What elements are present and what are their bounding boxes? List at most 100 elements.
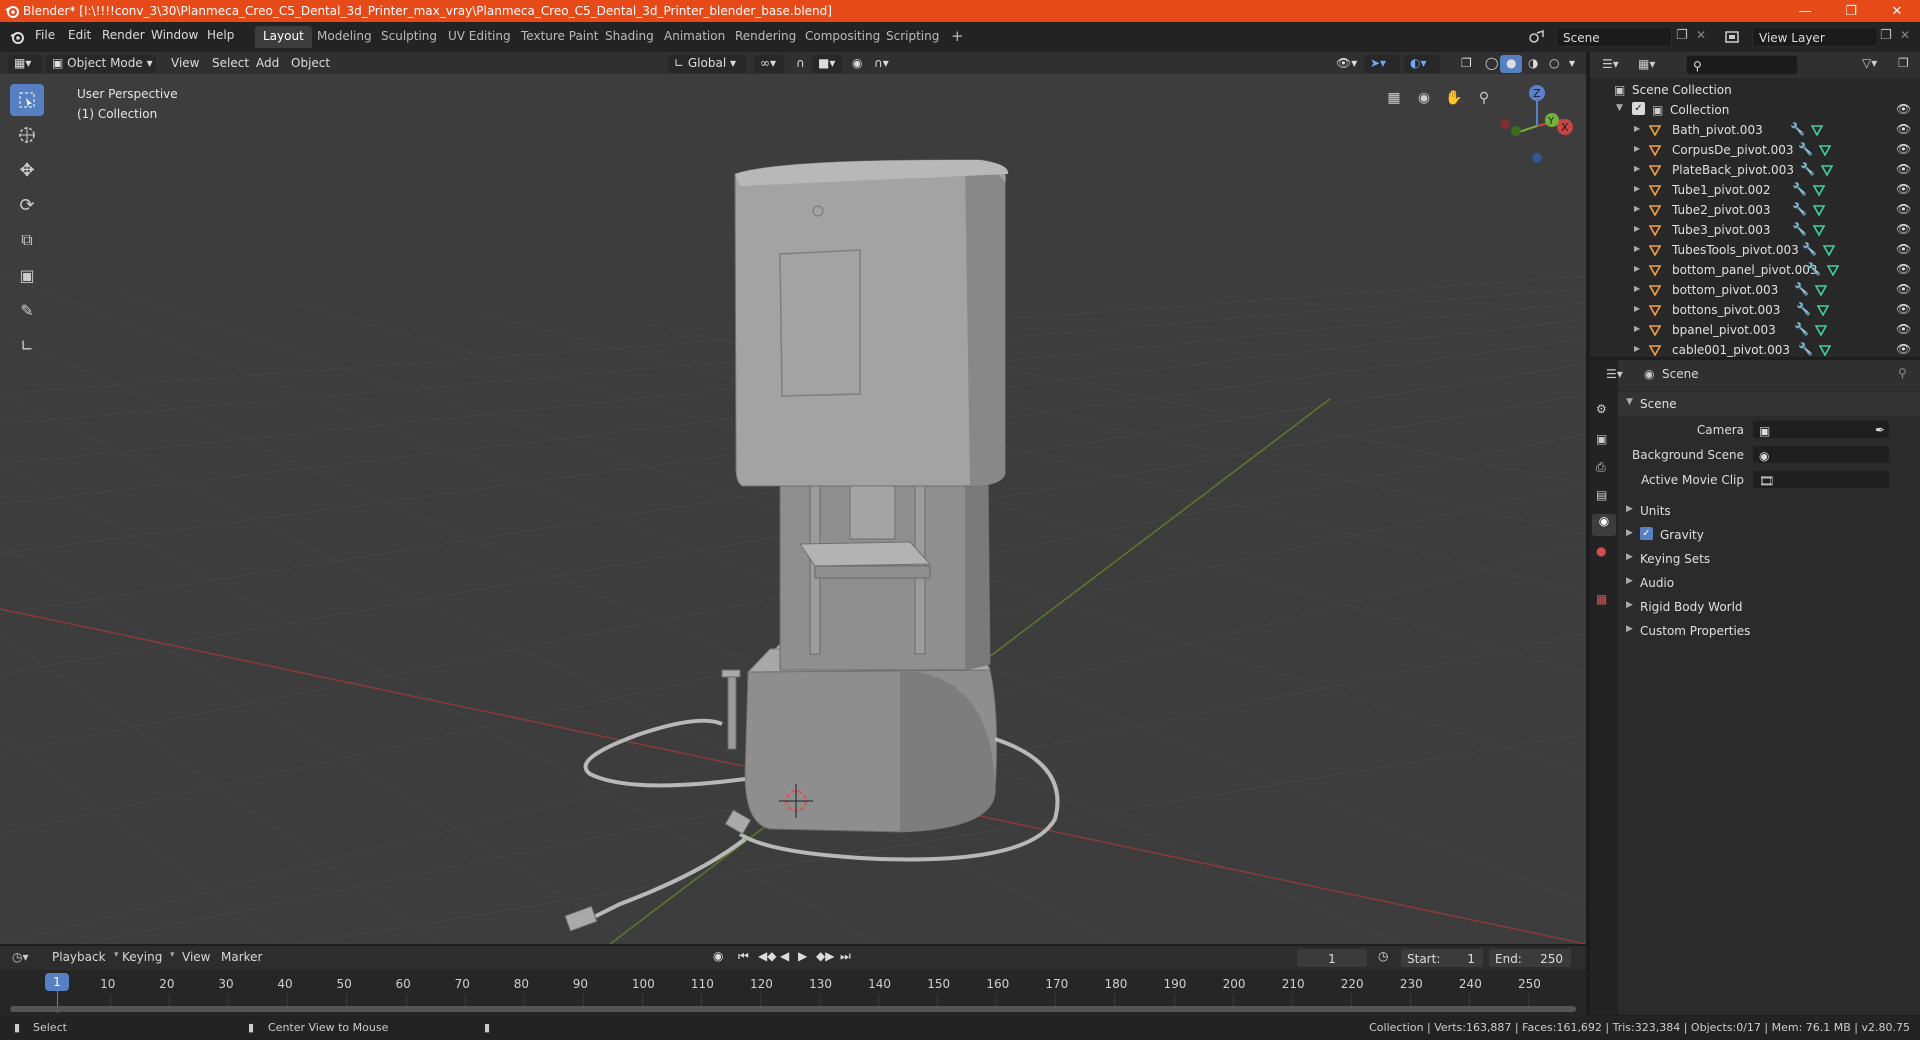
timeline-menu-playback[interactable]: Playback xyxy=(52,950,106,964)
viewport-menu-add[interactable]: Add xyxy=(250,55,285,73)
scene-tab-icon[interactable]: ◉ xyxy=(1592,514,1616,536)
preview-range-icon[interactable]: ◷ xyxy=(1378,949,1388,963)
pivot-point-icon[interactable]: ∞▾ xyxy=(754,55,784,73)
eye-icon[interactable]: 👁 xyxy=(1896,122,1911,136)
pan-hand-icon[interactable]: ✋ xyxy=(1441,85,1467,111)
mesh-data-icon[interactable] xyxy=(1818,343,1832,357)
snap-icon[interactable]: ∩ xyxy=(790,55,812,73)
modifier-wrench-icon[interactable]: 🔧 xyxy=(1798,142,1813,156)
gravity-checkbox[interactable]: ✓ xyxy=(1640,527,1653,540)
mesh-data-icon[interactable] xyxy=(1812,223,1826,237)
rendered-shading-icon[interactable]: ○ xyxy=(1543,55,1565,73)
scene-icon[interactable] xyxy=(1528,29,1546,45)
mesh-data-icon[interactable] xyxy=(1818,143,1832,157)
transform-tool-icon[interactable]: ▣ xyxy=(10,259,44,291)
expand-arrow-icon[interactable]: ▼ xyxy=(1616,103,1623,113)
tab-animation[interactable]: Animation xyxy=(656,26,733,48)
eye-icon[interactable]: 👁 xyxy=(1896,282,1911,296)
properties-editor-type-icon[interactable]: ☰▾ xyxy=(1606,367,1623,381)
mesh-data-icon[interactable] xyxy=(1822,243,1836,257)
timeline-menu-marker[interactable]: Marker xyxy=(221,950,262,964)
eye-icon[interactable]: 👁 xyxy=(1896,262,1911,276)
blender-menu-icon[interactable] xyxy=(9,29,25,45)
modifier-wrench-icon[interactable]: 🔧 xyxy=(1806,262,1821,276)
viewport-menu-select[interactable]: Select xyxy=(206,55,255,73)
texture-tab-icon[interactable]: ▦ xyxy=(1596,592,1607,606)
shading-options-icon[interactable]: ▾ xyxy=(1563,55,1581,73)
outliner-search-input[interactable]: ⚲ xyxy=(1686,55,1798,75)
tab-uv-editing[interactable]: UV Editing xyxy=(440,26,519,48)
outliner-item[interactable]: ▶ PlateBack_pivot.003 🔧 👁 xyxy=(1590,160,1920,180)
outliner-item[interactable]: ▶ cable001_pivot.003 🔧 👁 xyxy=(1590,340,1920,360)
viewport-menu-object[interactable]: Object xyxy=(285,55,336,73)
output-tab-icon[interactable]: ⎙ xyxy=(1596,460,1606,475)
outliner-item[interactable]: ▶ bottom_panel_pivot.003 🔧 👁 xyxy=(1590,260,1920,280)
outliner-item[interactable]: ▶ bottons_pivot.003 🔧 👁 xyxy=(1590,300,1920,320)
mesh-data-icon[interactable] xyxy=(1812,183,1826,197)
falloff-icon[interactable]: ∩▾ xyxy=(868,55,896,73)
expand-arrow-icon[interactable]: ▶ xyxy=(1634,284,1640,293)
new-collection-icon[interactable]: ❐ xyxy=(1898,56,1909,70)
navigation-gizmo[interactable]: Z X Y xyxy=(1500,85,1573,163)
eye-icon[interactable]: 👁 xyxy=(1896,142,1911,156)
proportional-edit-icon[interactable]: ◉ xyxy=(846,55,868,73)
select-box-icon[interactable] xyxy=(10,84,44,116)
modifier-wrench-icon[interactable]: 🔧 xyxy=(1802,242,1817,256)
outliner-item[interactable]: ▶ bpanel_pivot.003 🔧 👁 xyxy=(1590,320,1920,340)
expand-arrow-icon[interactable]: ▶ xyxy=(1634,224,1640,233)
outliner-item[interactable]: ▶ Bath_pivot.003 🔧 👁 xyxy=(1590,120,1920,140)
menu-help[interactable]: Help xyxy=(207,28,234,42)
dental-printer-model[interactable] xyxy=(564,159,1060,932)
modifier-wrench-icon[interactable]: 🔧 xyxy=(1794,322,1809,336)
annotate-tool-icon[interactable]: ✎ xyxy=(10,294,44,326)
mesh-data-icon[interactable] xyxy=(1814,283,1828,297)
delete-scene-icon[interactable]: ✕ xyxy=(1696,28,1706,42)
tab-shading[interactable]: Shading xyxy=(597,26,662,48)
expand-arrow-icon[interactable]: ▶ xyxy=(1634,244,1640,253)
view-layer-icon[interactable] xyxy=(1724,29,1742,45)
viewport-menu-view[interactable]: View xyxy=(165,55,205,73)
editor-type-icon[interactable]: ▦▾ xyxy=(8,55,42,73)
outliner-collection[interactable]: ▼ ✓ ▣ Collection 👁 xyxy=(1590,100,1920,120)
eye-icon[interactable]: 👁 xyxy=(1896,302,1911,316)
collection-checkbox[interactable]: ✓ xyxy=(1632,102,1645,115)
tab-scripting[interactable]: Scripting xyxy=(878,26,947,48)
menu-edit[interactable]: Edit xyxy=(68,28,91,42)
cursor-tool-icon[interactable] xyxy=(10,119,44,151)
mesh-data-icon[interactable] xyxy=(1812,203,1826,217)
background-scene-field[interactable]: ◉ xyxy=(1752,445,1890,464)
expand-arrow-icon[interactable]: ▶ xyxy=(1634,124,1640,133)
timeline-editor-type-icon[interactable]: ◷▾ xyxy=(12,950,29,964)
current-frame-field[interactable]: 1 xyxy=(1296,948,1368,968)
snap-target-icon[interactable]: ■▾ xyxy=(812,55,842,73)
tab-sculpting[interactable]: Sculpting xyxy=(373,26,445,48)
expand-arrow-icon[interactable]: ▶ xyxy=(1634,304,1640,313)
mesh-data-icon[interactable] xyxy=(1810,123,1824,137)
render-tab-icon[interactable]: ▣ xyxy=(1596,432,1607,446)
expand-arrow-icon[interactable]: ▶ xyxy=(1634,344,1640,353)
prev-keyframe-icon[interactable]: ◀◆ xyxy=(758,949,776,963)
minimize-button[interactable]: — xyxy=(1782,0,1828,22)
transform-orientation-dropdown[interactable]: ∟ Global ▾ xyxy=(668,55,746,73)
expand-arrow-icon[interactable]: ▶ xyxy=(1634,264,1640,273)
outliner-item[interactable]: ▶ Tube2_pivot.003 🔧 👁 xyxy=(1590,200,1920,220)
expand-arrow-icon[interactable]: ▶ xyxy=(1634,204,1640,213)
outliner-item[interactable]: ▶ Tube1_pivot.002 🔧 👁 xyxy=(1590,180,1920,200)
mode-dropdown[interactable]: ▣ Object Mode ▾ xyxy=(46,55,156,73)
eye-icon[interactable]: 👁 xyxy=(1896,102,1911,116)
start-frame-field[interactable]: Start: 1 xyxy=(1400,948,1484,968)
play-reverse-icon[interactable]: ◀ xyxy=(780,949,789,963)
audio-panel-header[interactable]: ▶ Audio xyxy=(1618,571,1920,595)
next-keyframe-icon[interactable]: ◆▶ xyxy=(816,949,834,963)
expand-arrow-icon[interactable]: ▶ xyxy=(1634,324,1640,333)
outliner-item[interactable]: ▶ CorpusDe_pivot.003 🔧 👁 xyxy=(1590,140,1920,160)
units-panel-header[interactable]: ▶ Units xyxy=(1618,499,1920,523)
measure-tool-icon[interactable]: ∟ xyxy=(10,329,44,361)
tab-texture-paint[interactable]: Texture Paint xyxy=(513,26,606,48)
scene-panel-header[interactable]: ▼ Scene xyxy=(1618,392,1920,416)
expand-arrow-icon[interactable]: ▶ xyxy=(1634,164,1640,173)
outliner-item[interactable]: ▶ TubesTools_pivot.003 🔧 👁 xyxy=(1590,240,1920,260)
eye-icon[interactable]: 👁 xyxy=(1896,202,1911,216)
modifier-wrench-icon[interactable]: 🔧 xyxy=(1792,202,1807,216)
modifier-wrench-icon[interactable]: 🔧 xyxy=(1796,302,1811,316)
